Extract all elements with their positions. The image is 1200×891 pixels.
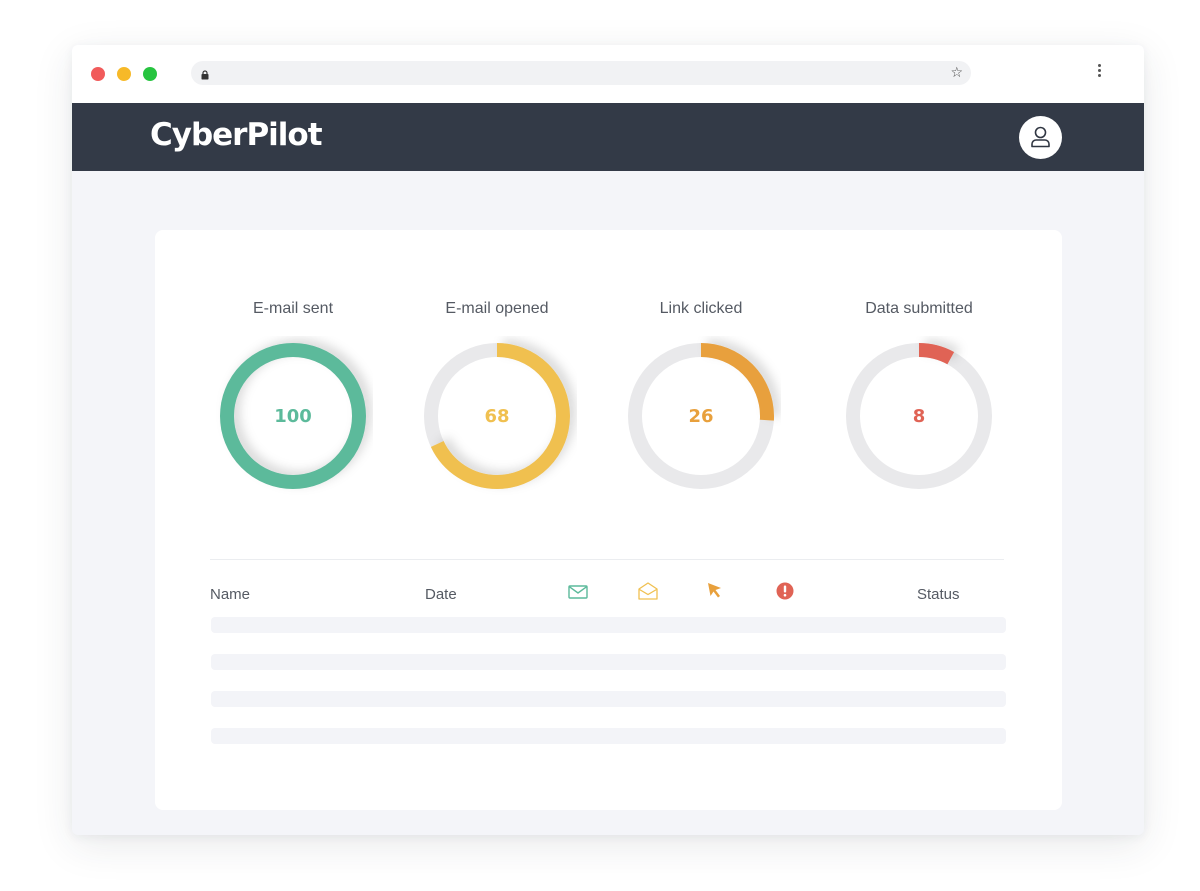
cursor-icon[interactable]	[707, 582, 723, 604]
alert-icon[interactable]	[776, 582, 794, 605]
table-row[interactable]	[211, 654, 1006, 670]
envelope-icon[interactable]	[568, 585, 588, 604]
divider	[210, 559, 1004, 560]
metric-value: 26	[688, 405, 714, 427]
metric-label: E-mail sent	[252, 300, 334, 317]
column-header-name[interactable]: Name	[210, 586, 250, 603]
table-row[interactable]	[211, 728, 1006, 744]
browser-toolbar: ☆	[72, 45, 1144, 103]
kebab-menu-icon[interactable]	[1098, 64, 1102, 79]
metric-value: 8	[912, 405, 926, 427]
metric-link-clicked: Link clicked 26	[591, 298, 811, 496]
metric-value: 68	[484, 405, 510, 427]
close-window-button[interactable]	[91, 67, 105, 81]
star-icon[interactable]: ☆	[950, 64, 963, 82]
minimize-window-button[interactable]	[117, 67, 131, 81]
metric-value: 100	[274, 405, 312, 427]
metric-label: Data submitted	[865, 300, 973, 317]
lock-icon	[201, 67, 209, 85]
maximize-window-button[interactable]	[143, 67, 157, 81]
user-avatar-button[interactable]	[1019, 116, 1062, 159]
open-envelope-icon[interactable]	[638, 582, 658, 605]
metric-label: E-mail opened	[445, 300, 549, 317]
metric-data-submitted: Data submitted 8	[809, 298, 1029, 496]
app-logo[interactable]: CyberPilot	[150, 117, 323, 153]
column-header-status[interactable]: Status	[917, 586, 960, 603]
metric-email-sent: E-mail sent 100	[183, 298, 403, 496]
metric-email-opened: E-mail opened 68	[387, 298, 607, 496]
user-icon	[1031, 126, 1050, 148]
table-row[interactable]	[211, 617, 1006, 633]
app-header: CyberPilot	[72, 103, 1144, 171]
metric-label: Link clicked	[659, 300, 743, 317]
column-header-date[interactable]: Date	[425, 586, 457, 603]
campaign-card: E-mail sent 100 E-mail opened 68 Link cl…	[155, 230, 1062, 810]
address-bar[interactable]: ☆	[191, 61, 971, 85]
browser-window: ☆ CyberPilot E-mail sent 100 E-mail open…	[72, 45, 1144, 835]
table-row[interactable]	[211, 691, 1006, 707]
